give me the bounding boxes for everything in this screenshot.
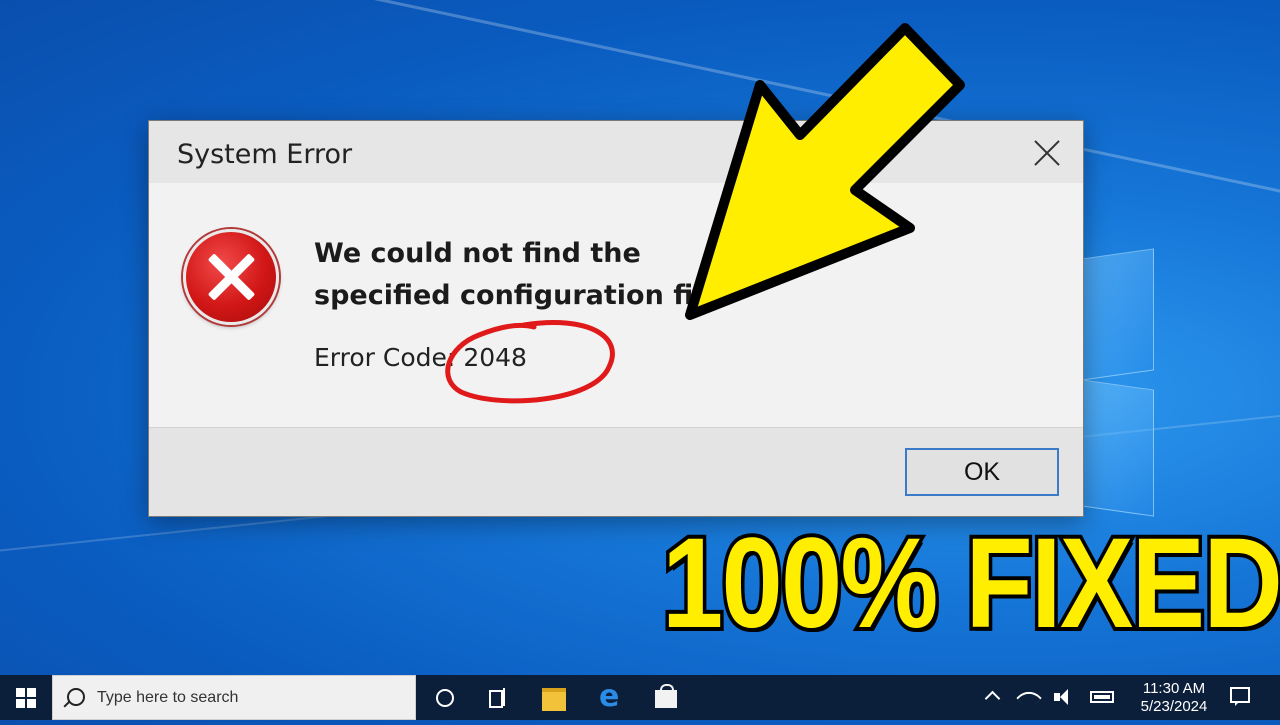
red-circle-annotation [445,320,615,404]
taskbar-search-box[interactable]: Type here to search [52,675,416,720]
network-icon[interactable] [1018,687,1040,707]
clock-date: 5/23/2024 [1140,698,1208,715]
notification-icon[interactable] [1230,687,1250,706]
error-code-label: Error Code: [314,343,456,372]
windows-icon [16,688,25,697]
dialog-title: System Error [177,139,353,170]
volume-icon[interactable] [1052,687,1074,707]
store-icon[interactable] [642,675,690,720]
clock-time: 11:30 AM [1142,680,1206,697]
close-icon[interactable] [1033,139,1061,167]
edge-browser-icon[interactable] [586,675,634,720]
task-view-icon[interactable] [474,675,522,720]
taskbar-clock[interactable]: 11:30 AM 5/23/2024 [1128,680,1220,725]
ok-button[interactable]: OK [905,448,1059,496]
fixed-banner: 100% FIXED [659,512,1280,655]
search-icon [67,688,85,706]
battery-icon[interactable] [1090,691,1114,703]
start-button[interactable] [0,675,52,720]
dialog-footer: OK [149,427,1083,516]
error-icon [183,229,279,325]
cortana-icon[interactable] [420,675,468,720]
taskbar: Type here to search 11:30 AM 5/23/2024 [0,675,1280,720]
search-placeholder: Type here to search [97,689,239,706]
chevron-up-icon[interactable] [984,687,1000,703]
yellow-arrow-annotation [685,23,965,320]
file-explorer-icon[interactable] [530,675,578,720]
